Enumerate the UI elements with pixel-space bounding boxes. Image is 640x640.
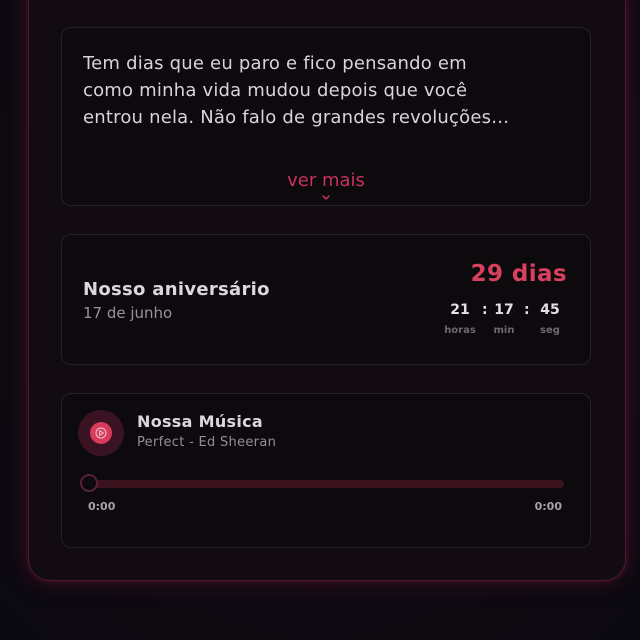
- song-artist: Perfect - Ed Sheeran: [137, 435, 277, 450]
- countdown-minutes-label: min: [493, 325, 515, 336]
- anniversary-card: Nosso aniversário 17 de junho 29 dias 21…: [61, 234, 591, 365]
- countdown-seconds-label: seg: [540, 325, 560, 336]
- play-button[interactable]: [78, 410, 124, 456]
- anniversary-date: 17 de junho: [83, 304, 173, 322]
- progress-handle[interactable]: [80, 474, 98, 492]
- progress-slider[interactable]: [80, 474, 564, 492]
- countdown-minutes: 17: [494, 302, 514, 318]
- song-title: Nossa Música: [137, 412, 263, 431]
- countdown-seconds: 45: [540, 302, 560, 318]
- total-time: 0:00: [534, 500, 562, 513]
- letter-card: Tem dias que eu paro e fico pensando em …: [61, 27, 591, 206]
- see-more-button[interactable]: ver mais: [62, 170, 590, 191]
- countdown-separator: :: [482, 302, 488, 318]
- music-player-card: Nossa Música Perfect - Ed Sheeran 0:00 0…: [61, 393, 591, 548]
- letter-text: Tem dias que eu paro e fico pensando em …: [83, 50, 575, 131]
- current-time: 0:00: [88, 500, 116, 513]
- countdown-timer: 21 : 17 : 45 horas min seg: [444, 302, 568, 342]
- countdown-separator: :: [524, 302, 530, 318]
- play-icon[interactable]: [90, 422, 112, 444]
- letter-line: Tem dias que eu paro e fico pensando em: [83, 53, 467, 74]
- countdown-hours-label: horas: [444, 325, 476, 336]
- letter-line: como minha vida mudou depois que você: [83, 80, 468, 101]
- chevron-down-icon[interactable]: [62, 194, 590, 205]
- letter-line: entrou nela. Não falo de grandes revoluç…: [83, 107, 510, 128]
- app-stage: Tem dias que eu paro e fico pensando em …: [0, 0, 640, 640]
- days-remaining: 29 dias: [470, 261, 567, 287]
- countdown-hours: 21: [450, 302, 470, 318]
- anniversary-title: Nosso aniversário: [83, 279, 270, 300]
